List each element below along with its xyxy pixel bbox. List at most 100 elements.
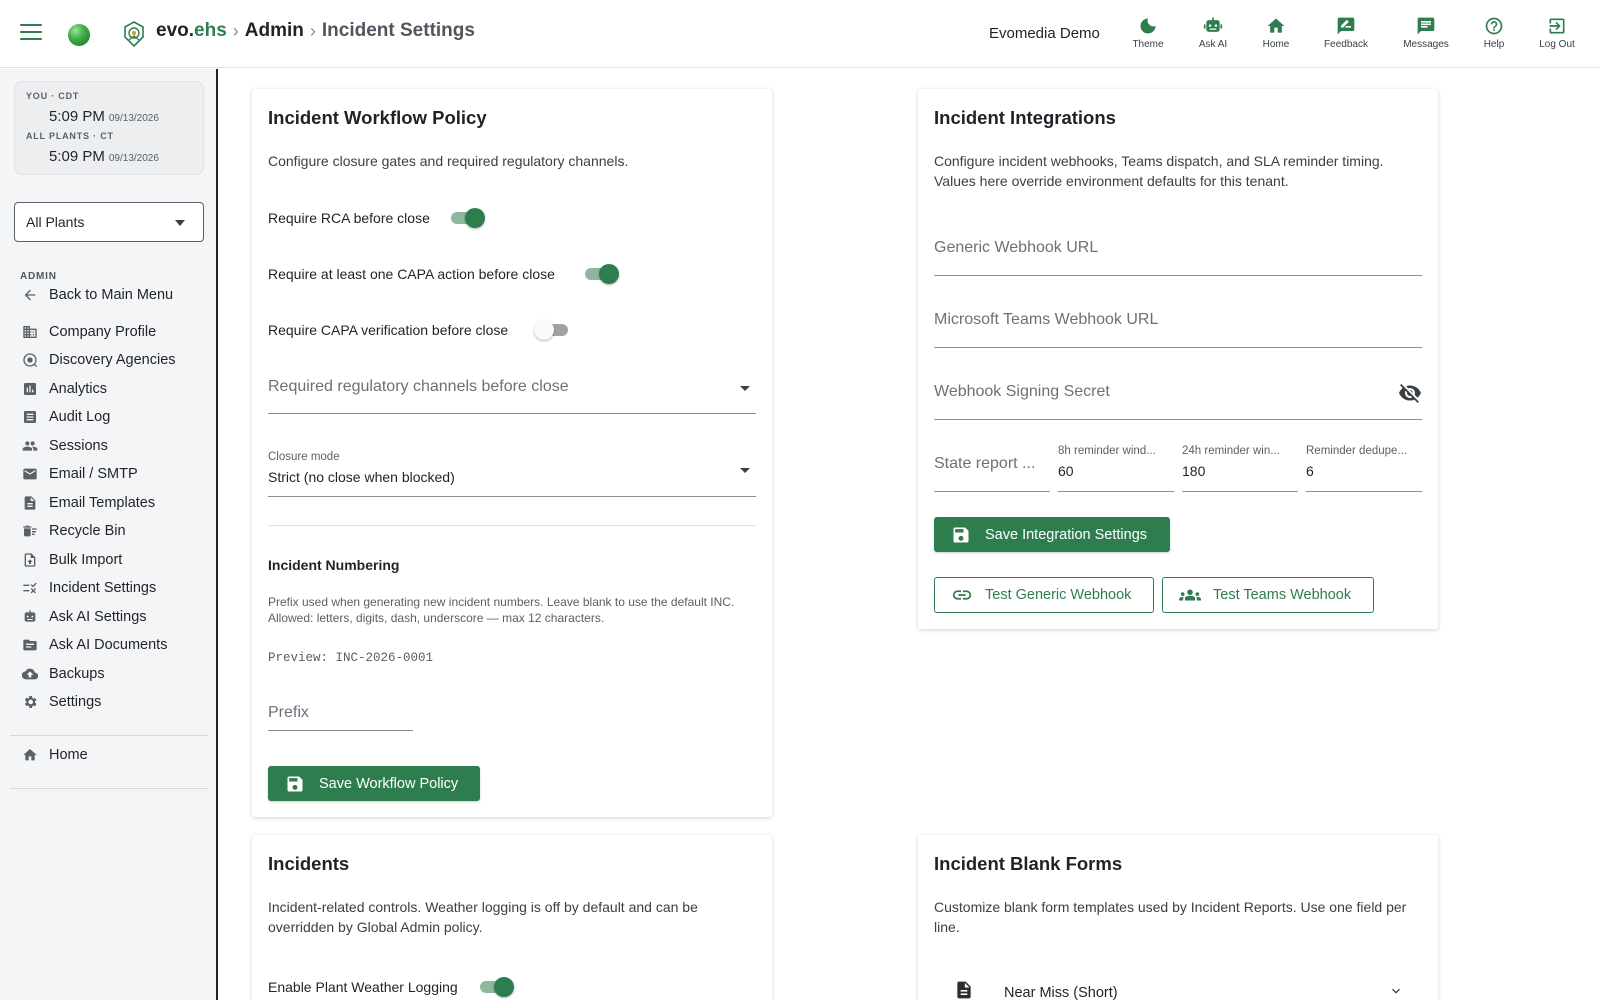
sidebar-item-settings[interactable]: Settings — [10, 689, 208, 715]
upload-icon — [24, 553, 36, 567]
plant-select[interactable]: All Plants — [14, 202, 204, 242]
feedback-button[interactable]: Feedback — [1316, 16, 1376, 50]
workflow-description: Configure closure gates and required reg… — [268, 153, 629, 169]
groups-icon — [1179, 589, 1201, 601]
chevron-down-icon[interactable] — [1388, 983, 1404, 999]
sidebar-item-audit-log[interactable]: Audit Log — [10, 404, 208, 430]
clock-plants-time: 5:09 PM 09/13/2026 — [49, 148, 159, 165]
search-agency-icon — [23, 353, 38, 368]
sidebar-item-ask-ai-documents[interactable]: Ask AI Documents — [10, 632, 208, 658]
moon-icon — [1140, 18, 1156, 34]
sidebar-item-bulk-import[interactable]: Bulk Import — [10, 547, 208, 573]
message-icon — [1417, 17, 1435, 35]
save-workflow-policy-button[interactable]: Save Workflow Policy — [268, 766, 480, 801]
sidebar-item-email-templates[interactable]: Email Templates — [10, 490, 208, 516]
generic-webhook-input[interactable]: Generic Webhook URL — [934, 229, 1422, 276]
toggle-label-weather: Enable Plant Weather Logging — [268, 979, 458, 995]
breadcrumb-separator: › — [232, 20, 239, 41]
breadcrumb-admin[interactable]: Admin — [245, 20, 304, 42]
logout-button[interactable]: Log Out — [1527, 16, 1587, 50]
folder-icon — [23, 639, 37, 651]
toggle-require-capa-verification[interactable] — [534, 320, 570, 340]
visibility-off-icon[interactable] — [1398, 381, 1422, 405]
state-report-input[interactable]: State report ... — [934, 445, 1050, 492]
blank-form-name: Near Miss (Short) — [1004, 984, 1118, 1000]
sidebar-item-home[interactable]: Home — [10, 742, 208, 768]
sidebar-item-backups[interactable]: Backups — [10, 661, 208, 687]
menu-icon[interactable] — [20, 24, 42, 42]
theme-button[interactable]: Theme — [1118, 16, 1178, 50]
save-integration-settings-button[interactable]: Save Integration Settings — [934, 517, 1170, 552]
audit-log-icon — [24, 411, 36, 423]
toggle-label-capa-verification: Require CAPA verification before close — [268, 322, 509, 338]
status-orb-icon — [68, 24, 90, 46]
prefix-input[interactable]: Prefix — [268, 689, 413, 731]
cloud-upload-icon — [22, 668, 38, 680]
sidebar-item-ask-ai-settings[interactable]: Ask AI Settings — [10, 604, 208, 630]
test-teams-webhook-button[interactable]: Test Teams Webhook — [1162, 577, 1374, 613]
toggle-label-capa: Require at least one CAPA action before … — [268, 266, 555, 282]
chevron-down-icon — [740, 468, 750, 473]
email-icon — [23, 468, 37, 480]
sidebar-item-sessions[interactable]: Sessions — [10, 433, 208, 459]
clock-panel: YOU · CDT 5:09 PM 09/13/2026 ALL PLANTS ·… — [14, 81, 204, 175]
sidebar-item-company-profile[interactable]: Company Profile — [10, 319, 208, 345]
sidebar-item-discovery-agencies[interactable]: Discovery Agencies — [10, 347, 208, 373]
messages-button[interactable]: Messages — [1396, 16, 1456, 50]
workflow-policy-card: Incident Workflow Policy Configure closu… — [252, 89, 772, 817]
closure-mode-select[interactable]: Closure mode Strict (no close when block… — [268, 451, 756, 497]
sidebar-item-analytics[interactable]: Analytics — [10, 376, 208, 402]
home-icon — [23, 749, 37, 761]
incidents-title: Incidents — [268, 853, 350, 874]
blank-forms-title: Incident Blank Forms — [934, 853, 1123, 874]
robot-icon — [1203, 17, 1223, 32]
back-to-main-menu[interactable]: Back to Main Menu — [10, 282, 208, 308]
admin-section-label: ADMIN — [20, 271, 57, 282]
teams-webhook-input[interactable]: Microsoft Teams Webhook URL — [934, 301, 1422, 348]
logout-icon — [1549, 18, 1565, 34]
people-icon — [22, 441, 38, 451]
rule-icon — [23, 582, 37, 594]
incident-numbering-help: Prefix used when generating new incident… — [268, 595, 735, 625]
toggle-require-rca[interactable] — [449, 208, 485, 228]
clock-you-time: 5:09 PM 09/13/2026 — [49, 108, 159, 125]
sidebar: YOU · CDT 5:09 PM 09/13/2026 ALL PLANTS ·… — [0, 69, 218, 1000]
ask-ai-button[interactable]: Ask AI — [1183, 16, 1243, 50]
webhook-secret-input[interactable]: Webhook Signing Secret — [934, 373, 1422, 420]
breadcrumb: evo.ehs › Admin › Incident Settings — [156, 20, 475, 42]
document-icon — [954, 979, 974, 1000]
test-generic-webhook-button[interactable]: Test Generic Webhook — [934, 577, 1154, 613]
arrow-left-icon — [24, 289, 36, 301]
help-button[interactable]: Help — [1464, 16, 1524, 50]
app-logo-icon — [124, 21, 144, 48]
incidents-card: Incidents Incident-related controls. Wea… — [252, 835, 772, 1000]
toggle-label-rca: Require RCA before close — [268, 210, 430, 226]
building-icon — [23, 326, 37, 338]
clock-plants-label: ALL PLANTS · CT — [26, 131, 114, 141]
reminder-dedupe-input[interactable]: Reminder dedupe... 6 — [1306, 445, 1422, 492]
sidebar-item-email-smtp[interactable]: Email / SMTP — [10, 461, 208, 487]
reminder-24h-input[interactable]: 24h reminder win... 180 — [1182, 445, 1298, 492]
home-button[interactable]: Home — [1246, 16, 1306, 50]
sidebar-item-incident-settings[interactable]: Incident Settings — [10, 575, 208, 601]
reminder-8h-input[interactable]: 8h reminder wind... 60 — [1058, 445, 1174, 492]
breadcrumb-separator: › — [309, 20, 316, 41]
sidebar-divider — [10, 788, 208, 789]
toggle-require-capa[interactable] — [583, 264, 619, 284]
brand-name[interactable]: evo.ehs — [156, 20, 227, 42]
tenant-name[interactable]: Evomedia Demo — [989, 25, 1100, 42]
feedback-icon — [1337, 17, 1355, 35]
closure-mode-label: Closure mode — [268, 451, 340, 463]
recycle-bin-icon — [23, 525, 37, 537]
sidebar-item-recycle-bin[interactable]: Recycle Bin — [10, 518, 208, 544]
closure-mode-value: Strict (no close when blocked) — [268, 469, 455, 485]
toggle-weather-logging[interactable] — [478, 977, 514, 997]
integrations-card: Incident Integrations Configure incident… — [918, 89, 1438, 629]
regulatory-channels-select[interactable]: Required regulatory channels before clos… — [268, 369, 756, 414]
save-icon — [287, 776, 303, 791]
integrations-title: Incident Integrations — [934, 107, 1116, 128]
section-divider — [268, 525, 756, 526]
blank-form-near-miss[interactable]: Near Miss (Short) — [954, 979, 1404, 1000]
link-icon — [952, 590, 972, 600]
breadcrumb-current: Incident Settings — [321, 20, 475, 41]
